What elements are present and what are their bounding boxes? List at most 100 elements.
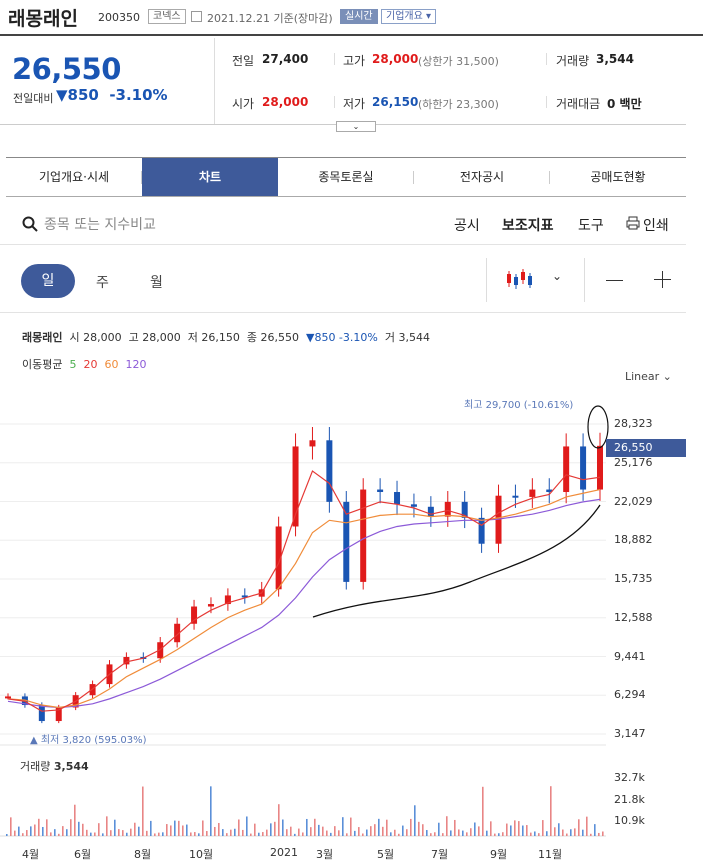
x-tick-label: 8월 xyxy=(134,848,152,861)
volume-bar xyxy=(406,829,408,836)
realtime-badge[interactable]: 실시간 xyxy=(340,9,378,24)
low-value: 26,150 xyxy=(372,95,419,109)
lower-limit: (하한가 23,300) xyxy=(418,98,499,111)
volume-bar xyxy=(414,805,416,836)
volume-bar xyxy=(126,832,128,836)
low-label: 저가 xyxy=(343,97,366,111)
zoom-out-icon[interactable] xyxy=(606,280,623,281)
ma60-line xyxy=(7,488,601,709)
candle-body xyxy=(427,506,434,517)
volume-bar xyxy=(146,830,148,836)
volume-bar xyxy=(158,832,160,836)
volume-bar xyxy=(18,826,20,836)
scale-dropdown[interactable]: Linear ⌄ xyxy=(625,370,672,383)
disclosure-button[interactable]: 공시 xyxy=(454,215,480,235)
volume-bar xyxy=(218,822,220,836)
drawn-circle xyxy=(587,405,609,449)
print-icon[interactable] xyxy=(626,216,640,230)
x-tick-label: 6월 xyxy=(74,848,92,861)
current-price-tag: 26,550 xyxy=(606,439,686,457)
volume-bar xyxy=(106,816,108,836)
period-day-button[interactable]: 일 xyxy=(21,264,75,298)
volume-bar xyxy=(346,833,348,836)
volume-bar xyxy=(186,824,188,836)
x-tick-label: 5월 xyxy=(377,848,395,861)
drawn-curve xyxy=(312,504,601,618)
volume-bar xyxy=(86,829,88,836)
y-tick-label: 28,323 xyxy=(614,417,653,430)
candle-body xyxy=(309,440,316,447)
zoom-in-icon[interactable] xyxy=(654,271,672,289)
y-tick-label: 3,147 xyxy=(614,727,646,740)
volume-bar xyxy=(10,817,12,836)
amount-value: 0 백만 xyxy=(607,97,642,111)
volume-bar xyxy=(150,820,152,836)
tab-company-overview[interactable]: 기업개요·시세 xyxy=(6,158,142,196)
volume-bar xyxy=(38,818,40,836)
tab-chart[interactable]: 차트 xyxy=(142,158,278,196)
header-divider xyxy=(0,34,703,36)
chart-type-chevron-icon[interactable]: ⌄ xyxy=(552,269,562,283)
compare-search-input[interactable]: 종목 또는 지수비교 xyxy=(44,214,156,234)
period-month-button[interactable]: 월 xyxy=(150,272,163,292)
volume-tick-label: 32.7k xyxy=(614,771,645,784)
candlestick-icon[interactable] xyxy=(506,268,532,290)
volume-bar xyxy=(366,829,368,836)
ma-legend: 이동평균 5 20 60 120 xyxy=(22,358,147,371)
volume-bar xyxy=(402,825,404,836)
overview-dropdown[interactable]: 기업개요 ▾ xyxy=(381,9,437,24)
volume-bar xyxy=(466,832,468,836)
volume-bar xyxy=(242,829,244,836)
volume-bar xyxy=(162,832,164,836)
period-week-button[interactable]: 주 xyxy=(96,272,109,292)
candle-body xyxy=(207,604,214,607)
volume-bar xyxy=(574,828,576,836)
print-button[interactable]: 인쇄 xyxy=(643,215,669,235)
volume-bar xyxy=(238,819,240,836)
volume-bar xyxy=(454,819,456,836)
tab-discussion[interactable]: 종목토론실 xyxy=(278,158,414,196)
y-tick-label: 12,588 xyxy=(614,610,653,624)
volume-bar xyxy=(450,830,452,836)
candle-body xyxy=(410,504,417,507)
volume-bar xyxy=(194,832,196,836)
volume-bar xyxy=(602,831,604,836)
indicator-button[interactable]: 보조지표 xyxy=(502,215,554,235)
volume-bar xyxy=(118,829,120,836)
volume-bar xyxy=(26,830,28,836)
volume-bar xyxy=(178,820,180,836)
volume-bar xyxy=(254,823,256,836)
x-tick-label: 4월 xyxy=(22,848,40,861)
expand-chevron-icon[interactable]: ⌄ xyxy=(336,121,376,132)
divider xyxy=(334,96,335,108)
divider xyxy=(584,258,585,302)
toolbar-divider xyxy=(0,244,686,245)
volume-bar xyxy=(130,828,132,836)
volume-bar xyxy=(54,829,56,836)
price-chart[interactable] xyxy=(0,390,703,866)
volume-bar xyxy=(546,831,548,836)
volume-bar xyxy=(314,818,316,836)
volume-bar xyxy=(522,825,524,836)
tab-short-selling[interactable]: 공매도현황 xyxy=(550,158,686,196)
tools-button[interactable]: 도구 xyxy=(578,215,604,235)
volume-bar xyxy=(142,786,144,836)
volume-label: 거래량 xyxy=(556,54,590,68)
volume-bar xyxy=(542,820,544,836)
volume-bar xyxy=(110,830,112,836)
volume-bar xyxy=(478,826,480,836)
volume-bar xyxy=(94,832,96,836)
volume-bar xyxy=(226,833,228,836)
volume-bar xyxy=(486,830,488,836)
volume-bar xyxy=(458,829,460,836)
volume-bar xyxy=(438,822,440,836)
search-icon[interactable] xyxy=(22,216,38,232)
volume-bar xyxy=(246,816,248,836)
volume-bar xyxy=(306,818,308,836)
volume-bar xyxy=(134,822,136,836)
tab-disclosure[interactable]: 전자공시 xyxy=(414,158,550,196)
candle-body xyxy=(5,696,11,699)
volume-bar xyxy=(558,823,560,836)
volume-bar xyxy=(502,832,504,836)
change-value: ▼850 -3.10% xyxy=(56,86,168,104)
